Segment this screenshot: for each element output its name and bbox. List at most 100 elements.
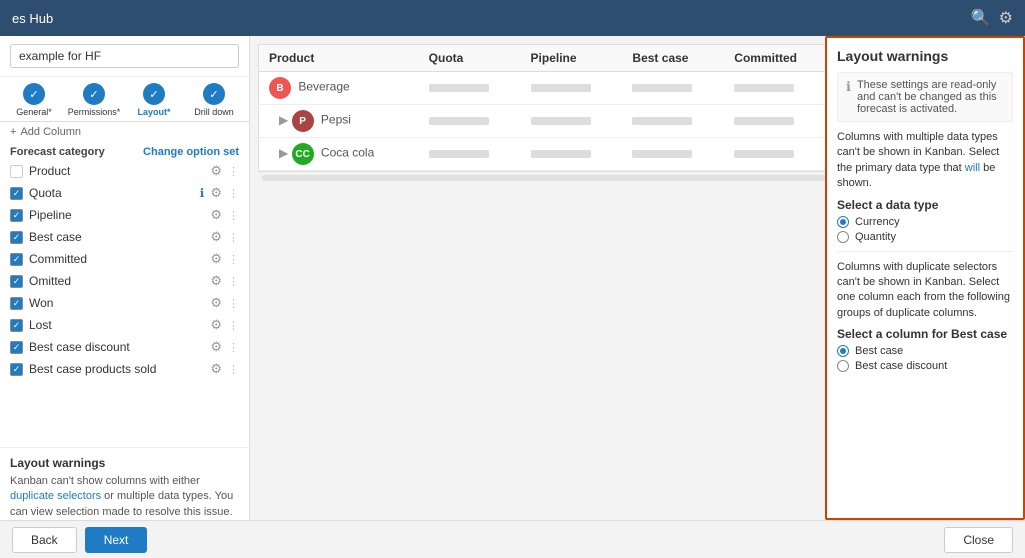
step-label-drilldown: Drill down: [194, 107, 234, 117]
drag-icon-pipeline[interactable]: ⋮: [228, 209, 239, 222]
row-avatar-cocacola: CC: [292, 143, 314, 165]
gear-icon-pipeline[interactable]: ⚙: [210, 207, 222, 223]
checkbox-pipeline[interactable]: ✓: [10, 209, 23, 222]
gear-icon-lost[interactable]: ⚙: [210, 317, 222, 333]
gear-icon-quota[interactable]: ⚙: [210, 185, 222, 201]
col-header-quota: Quota: [419, 45, 521, 72]
top-bar-icons: 🔍 ⚙: [971, 8, 1013, 28]
rp-section2-text: Columns with duplicate selectors can't b…: [837, 260, 1013, 322]
close-button[interactable]: Close: [944, 527, 1013, 553]
radio-btn-currency[interactable]: [837, 216, 849, 228]
list-item: ✓ Won ⚙ ⋮: [0, 292, 249, 314]
drag-icon-bestcase[interactable]: ⋮: [228, 231, 239, 244]
drag-icon-product[interactable]: ⋮: [228, 165, 239, 178]
radio-btn-bestcase[interactable]: [837, 345, 849, 357]
drag-icon-lost[interactable]: ⋮: [228, 319, 239, 332]
top-bar: es Hub 🔍 ⚙: [0, 0, 1025, 36]
cat-name-bcd: Best case discount: [29, 340, 204, 354]
col-header-pipeline: Pipeline: [521, 45, 623, 72]
radio-label-quantity: Quantity: [855, 231, 896, 243]
list-item: ✓ Pipeline ⚙ ⋮: [0, 204, 249, 226]
left-panel: ✓ General* ✓ Permissions* ✓ Layout*: [0, 36, 250, 558]
checkbox-quota[interactable]: ✓: [10, 187, 23, 200]
will-link[interactable]: will: [965, 162, 980, 174]
radio-best-case[interactable]: Best case: [837, 345, 1013, 357]
right-panel-layout-warnings: Layout warnings ℹ These settings are rea…: [825, 36, 1025, 520]
gear-icon-won[interactable]: ⚙: [210, 295, 222, 311]
step-permissions[interactable]: ✓ Permissions*: [64, 83, 124, 117]
step-general[interactable]: ✓ General*: [4, 83, 64, 117]
search-input[interactable]: [10, 44, 239, 68]
radio-label-bestcase: Best case: [855, 345, 903, 357]
cell-pipeline-pepsi: [521, 105, 623, 138]
checkbox-bcd[interactable]: ✓: [10, 341, 23, 354]
list-item: ✓ Best case ⚙ ⋮: [0, 226, 249, 248]
add-column-row: + Add Column: [0, 122, 249, 142]
back-button[interactable]: Back: [12, 527, 77, 553]
checkbox-lost[interactable]: ✓: [10, 319, 23, 332]
radio-label-currency: Currency: [855, 216, 900, 228]
cell-product-beverage: B Beverage: [259, 72, 419, 105]
radio-best-case-discount[interactable]: Best case discount: [837, 360, 1013, 372]
list-item: ✓ Best case discount ⚙ ⋮: [0, 336, 249, 358]
step-label-permissions: Permissions*: [68, 107, 121, 117]
step-snapshots[interactable]: ✓ Snapshots: [244, 83, 249, 117]
cell-quota-pepsi: [419, 105, 521, 138]
gear-icon-bcps[interactable]: ⚙: [210, 361, 222, 377]
list-item: ✓ Quota ℹ ⚙ ⋮: [0, 182, 249, 204]
search-box: [0, 36, 249, 77]
drag-icon-bcd[interactable]: ⋮: [228, 341, 239, 354]
gear-icon-bcd[interactable]: ⚙: [210, 339, 222, 355]
cell-bestcase-beverage: [622, 72, 724, 105]
radio-quantity[interactable]: Quantity: [837, 231, 1013, 243]
rp-info-text: These settings are read-only and can't b…: [857, 79, 1004, 115]
main-container: ✓ General* ✓ Permissions* ✓ Layout*: [0, 36, 1025, 558]
duplicate-link[interactable]: duplicate selectors: [10, 490, 101, 502]
gear-icon-committed[interactable]: ⚙: [210, 251, 222, 267]
cat-name-lost: Lost: [29, 318, 204, 332]
cell-pipeline-cocacola: [521, 138, 623, 171]
add-column-button[interactable]: + Add Column: [10, 126, 81, 138]
drag-icon-bcps[interactable]: ⋮: [228, 363, 239, 376]
checkbox-omitted[interactable]: ✓: [10, 275, 23, 288]
step-drilldown[interactable]: ✓ Drill down: [184, 83, 244, 117]
list-item: ✓ Lost ⚙ ⋮: [0, 314, 249, 336]
footer: Back Next Close: [0, 520, 1025, 558]
settings-icon[interactable]: ⚙: [999, 8, 1013, 28]
cat-name-bcps: Best case products sold: [29, 362, 204, 376]
cat-name-committed: Committed: [29, 252, 204, 266]
checkbox-bcps[interactable]: ✓: [10, 363, 23, 376]
drag-icon-won[interactable]: ⋮: [228, 297, 239, 310]
drag-icon-quota[interactable]: ⋮: [228, 187, 239, 200]
cell-committed-cocacola: [724, 138, 829, 171]
step-layout[interactable]: ✓ Layout*: [124, 83, 184, 117]
wizard-steps-area: ✓ General* ✓ Permissions* ✓ Layout*: [0, 77, 249, 122]
checkbox-won[interactable]: ✓: [10, 297, 23, 310]
gear-icon-bestcase[interactable]: ⚙: [210, 229, 222, 245]
col-header-product: Product: [259, 45, 419, 72]
radio-btn-bestcasediscount[interactable]: [837, 360, 849, 372]
checkbox-committed[interactable]: ✓: [10, 253, 23, 266]
gear-icon-omitted[interactable]: ⚙: [210, 273, 222, 289]
search-icon[interactable]: 🔍: [971, 8, 991, 28]
footer-left-buttons: Back Next: [12, 527, 147, 553]
gear-icon-product[interactable]: ⚙: [210, 163, 222, 179]
checkbox-bestcase[interactable]: ✓: [10, 231, 23, 244]
cell-pipeline-beverage: [521, 72, 623, 105]
change-option-link[interactable]: Change option set: [143, 146, 239, 158]
drag-icon-omitted[interactable]: ⋮: [228, 275, 239, 288]
info-icon-quota: ℹ: [200, 186, 205, 200]
rp-section1-text: Columns with multiple data types can't b…: [837, 130, 1013, 192]
expand-icon-cocacola[interactable]: ▶: [279, 146, 288, 160]
radio-currency[interactable]: Currency: [837, 216, 1013, 228]
forecast-category-header: Forecast category Change option set: [0, 142, 249, 160]
cat-name-pipeline: Pipeline: [29, 208, 204, 222]
expand-icon-pepsi[interactable]: ▶: [279, 113, 288, 127]
checkbox-product[interactable]: [10, 165, 23, 178]
list-item: ✓ Omitted ⚙ ⋮: [0, 270, 249, 292]
cell-committed-beverage: [724, 72, 829, 105]
next-button[interactable]: Next: [85, 527, 148, 553]
drag-icon-committed[interactable]: ⋮: [228, 253, 239, 266]
rp-title: Layout warnings: [837, 48, 1013, 64]
radio-btn-quantity[interactable]: [837, 231, 849, 243]
